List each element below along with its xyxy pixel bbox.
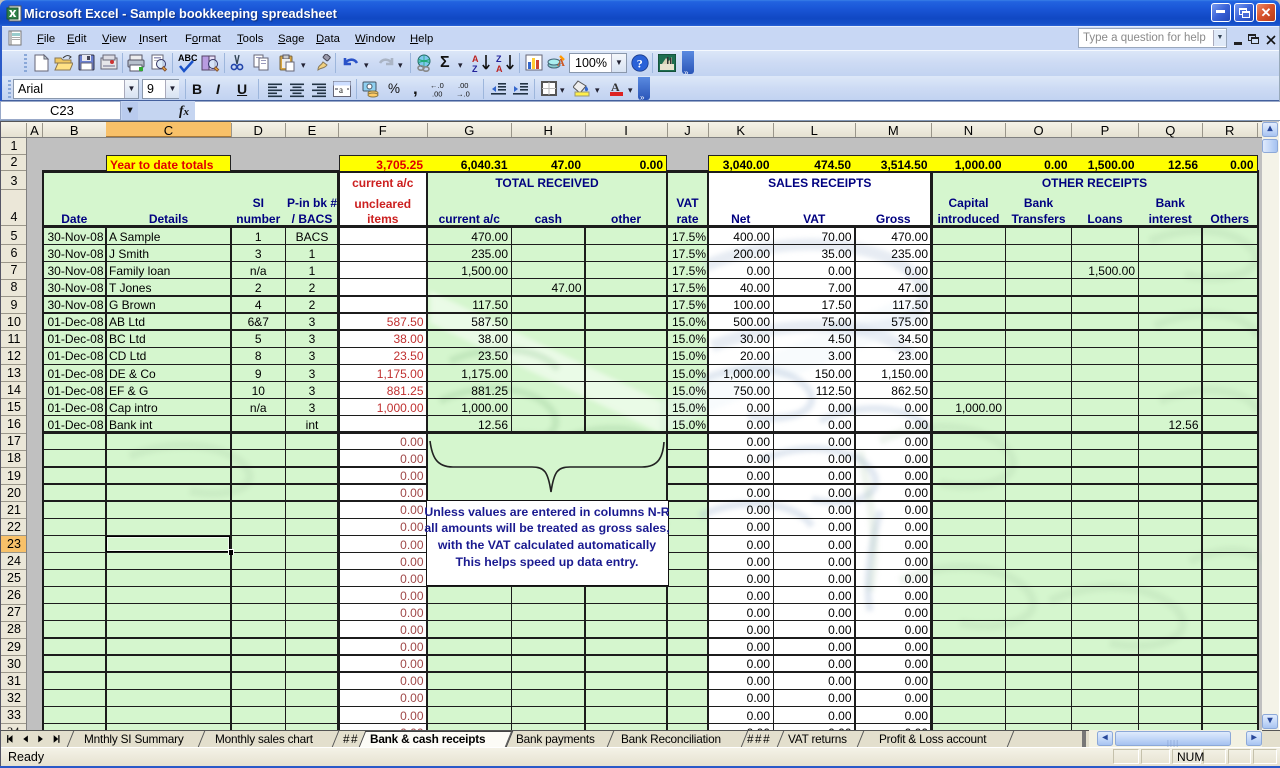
svg-text:Z: Z [496,54,502,64]
svg-text:A: A [472,54,479,64]
svg-text:A: A [496,64,503,73]
svg-text:→.0: →.0 [456,90,470,98]
svg-text:a: a [339,85,343,95]
svg-text:.00: .00 [432,90,442,98]
svg-text:?: ? [637,57,643,71]
svg-text:A: A [611,80,620,94]
svg-text:Z: Z [472,64,478,73]
svg-text:ABC: ABC [178,53,197,63]
